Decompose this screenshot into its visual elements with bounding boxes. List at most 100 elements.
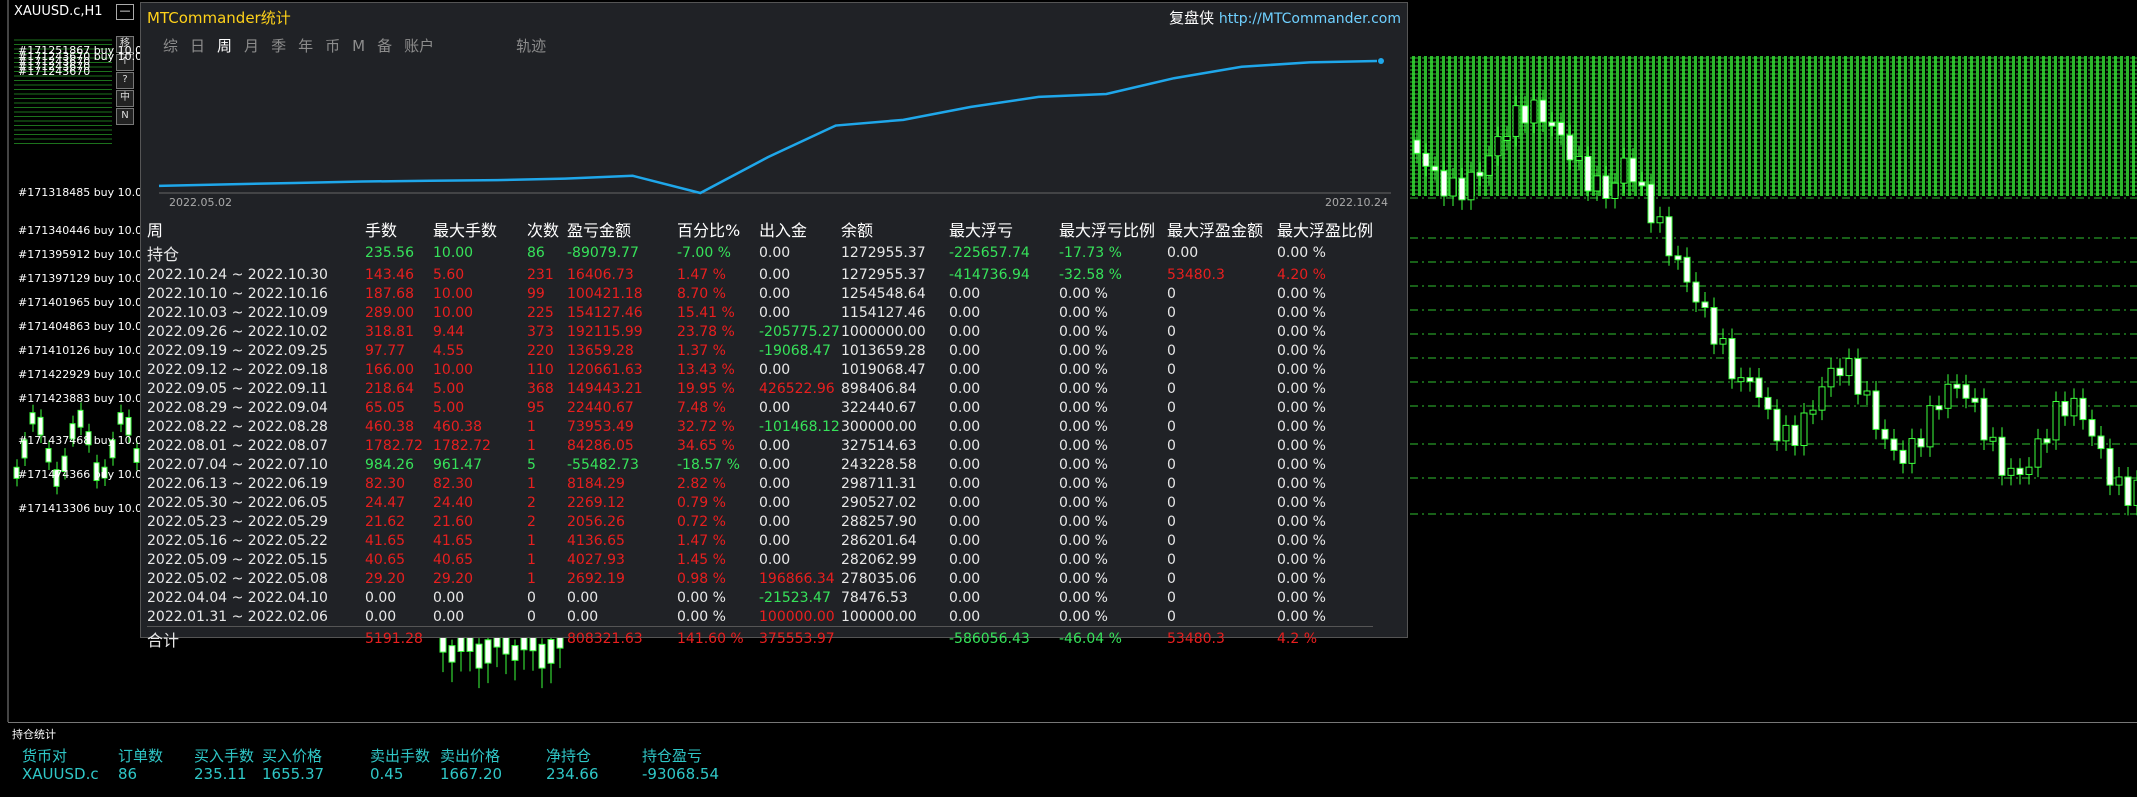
- brand-url[interactable]: http://MTCommander.com: [1219, 11, 1401, 27]
- table-cell: 0.00: [949, 323, 981, 340]
- order-label[interactable]: #171404863 buy 10.0: [18, 320, 142, 333]
- table-row[interactable]: 2022.09.12 ~ 2022.09.18 166.00 10.00 110 120…: [147, 360, 1373, 379]
- candle: [1791, 424, 1799, 447]
- order-marker: [1538, 56, 1541, 196]
- order-marker: [1616, 56, 1619, 196]
- order-marker: [2126, 56, 2129, 196]
- table-total-row[interactable]: 合计 5191.28 808321.63 141.60 % 375553.97 -5860…: [147, 626, 1374, 651]
- candle: [2025, 466, 2033, 475]
- order-label[interactable]: #171397129 buy 10.0: [18, 272, 142, 285]
- table-row[interactable]: 2022.05.09 ~ 2022.05.15 40.65 40.65 1 4027.9…: [147, 550, 1373, 569]
- column-header[interactable]: 盈亏金额: [567, 217, 677, 241]
- table-cell: 289.00: [365, 304, 414, 321]
- column-header[interactable]: 手数: [365, 217, 433, 241]
- table-row[interactable]: 2022.05.02 ~ 2022.05.08 29.20 29.20 1 2692.1…: [147, 569, 1373, 588]
- table-row[interactable]: 2022.06.13 ~ 2022.06.19 82.30 82.30 1 8184.2…: [147, 474, 1373, 493]
- order-label[interactable]: #171413306 buy 10.0: [18, 502, 142, 515]
- order-label[interactable]: #171340446 buy 10.0: [18, 224, 142, 237]
- order-label[interactable]: #171395912 buy 10.0: [18, 248, 142, 261]
- table-cell: 2.82 %: [677, 475, 726, 492]
- order-marker: [1544, 56, 1547, 196]
- candle: [1755, 377, 1763, 398]
- table-row[interactable]: 2022.09.26 ~ 2022.10.02 318.81 9.44 373 1921…: [147, 322, 1373, 341]
- order-label[interactable]: #171410126 buy 10.0: [18, 344, 142, 357]
- table-cell: 29.20: [433, 570, 474, 587]
- column-header[interactable]: 余额: [841, 217, 949, 241]
- table-row[interactable]: 2022.01.31 ~ 2022.02.06 0.00 0.00 0 0.00 0.00…: [147, 607, 1373, 627]
- table-cell: 8.70 %: [677, 285, 726, 302]
- table-cell: 5.00: [433, 399, 465, 416]
- candle: [1908, 438, 1916, 464]
- column-header[interactable]: 百分比%: [677, 217, 759, 241]
- table-cell: 0.00: [949, 532, 981, 549]
- table-cell: 0.79 %: [677, 494, 726, 511]
- order-marker: [1880, 56, 1883, 196]
- column-header[interactable]: 最大浮亏比例: [1059, 217, 1167, 241]
- table-row[interactable]: 2022.05.16 ~ 2022.05.22 41.65 41.65 1 4136.6…: [147, 531, 1373, 550]
- table-row[interactable]: 2022.10.10 ~ 2022.10.16 187.68 10.00 99 1004…: [147, 284, 1373, 303]
- position-value: 235.11: [194, 765, 247, 783]
- column-header[interactable]: 周: [147, 217, 365, 241]
- table-row[interactable]: 2022.04.04 ~ 2022.04.10 0.00 0.00 0 0.00 0.00…: [147, 588, 1373, 607]
- table-row[interactable]: 2022.09.19 ~ 2022.09.25 97.77 4.55 220 13659…: [147, 341, 1373, 360]
- column-header[interactable]: 最大浮亏: [949, 217, 1059, 241]
- table-cell: -32.58 %: [1059, 266, 1122, 283]
- order-label[interactable]: #171318485 buy 10.0: [18, 186, 142, 199]
- column-header[interactable]: 出入金: [759, 217, 841, 241]
- order-label[interactable]: #171437468 buy 10.0: [18, 434, 142, 447]
- table-cell: 0.00 %: [1059, 418, 1108, 435]
- table-cell: 0: [527, 589, 536, 606]
- table-row[interactable]: 2022.09.05 ~ 2022.09.11 218.64 5.00 368 1494…: [147, 379, 1373, 398]
- order-marker: [1712, 56, 1715, 196]
- table-row[interactable]: 2022.05.30 ~ 2022.06.05 24.47 24.40 2 2269.1…: [147, 493, 1373, 512]
- table-cell: 2022.05.09 ~ 2022.05.15: [147, 551, 328, 568]
- order-label[interactable]: #171401965 buy 10.0: [18, 296, 142, 309]
- order-label[interactable]: #171423883 buy 10.0: [18, 392, 142, 405]
- column-header[interactable]: 最大浮盈比例: [1277, 217, 1373, 241]
- order-marker: [2024, 56, 2027, 196]
- order-label[interactable]: #171243670: [18, 65, 90, 78]
- table-row[interactable]: 2022.08.22 ~ 2022.08.28 460.38 460.38 1 7395…: [147, 417, 1373, 436]
- column-header[interactable]: 最大手数: [433, 217, 527, 241]
- table-cell: 0.00 %: [1059, 551, 1108, 568]
- side-button-2[interactable]: ?: [116, 72, 134, 89]
- table-row[interactable]: 2022.08.01 ~ 2022.08.07 1782.72 1782.72 1 84…: [147, 436, 1373, 455]
- minimize-button[interactable]: —: [116, 4, 134, 20]
- position-header: 货币对: [22, 747, 68, 765]
- side-button-4[interactable]: N: [116, 108, 134, 125]
- table-cell: 2: [527, 494, 536, 511]
- table-row[interactable]: 2022.07.04 ~ 2022.07.10 984.26 961.47 5 -554…: [147, 455, 1373, 474]
- candle: [37, 416, 44, 436]
- table-cell: 0: [1167, 589, 1176, 606]
- column-header[interactable]: 次数: [527, 217, 567, 241]
- table-row[interactable]: 2022.08.29 ~ 2022.09.04 65.05 5.00 95 22440.…: [147, 398, 1373, 417]
- side-button-3[interactable]: 中: [116, 90, 134, 107]
- candle: [1665, 216, 1673, 257]
- table-cell: 0.00: [1167, 245, 1199, 261]
- table-row[interactable]: 2022.05.23 ~ 2022.05.29 21.62 21.60 2 2056.2…: [147, 512, 1373, 531]
- candle: [2043, 438, 2051, 444]
- table-cell: 460.38: [433, 418, 482, 435]
- candle: [1440, 170, 1448, 197]
- order-marker: [1658, 56, 1661, 196]
- table-cell: 0.00: [949, 304, 981, 321]
- candle: [2106, 448, 2114, 486]
- panel-brand[interactable]: 复盘侠 http://MTCommander.com: [1169, 7, 1401, 28]
- table-row[interactable]: 2022.10.24 ~ 2022.10.30 143.46 5.60 231 1640…: [147, 265, 1373, 284]
- table-cell: 0.00 %: [1277, 323, 1326, 340]
- table-row[interactable]: 2022.10.03 ~ 2022.10.09 289.00 10.00 225 154…: [147, 303, 1373, 322]
- table-cell: -101468.12: [759, 418, 840, 435]
- column-header[interactable]: 最大浮盈金额: [1167, 217, 1277, 241]
- table-cell: 2022.10.24 ~ 2022.10.30: [147, 266, 328, 283]
- position-stats-title: 持仓统计: [12, 728, 56, 741]
- order-marker: [1610, 56, 1613, 196]
- table-cell: 2022.09.26 ~ 2022.10.02: [147, 323, 328, 340]
- table-cell: 235.56: [365, 245, 414, 261]
- table-cell: 196866.34: [759, 570, 835, 587]
- order-label[interactable]: #171422929 buy 10.0: [18, 368, 142, 381]
- order-marker: [2072, 56, 2075, 196]
- order-label[interactable]: #171474366 buy 10.0: [18, 468, 142, 481]
- table-row[interactable]: 持仓 235.56 10.00 86 -89079.77 -7.00 % 0.00 12729…: [147, 241, 1373, 265]
- table-cell: 2269.12: [567, 494, 625, 511]
- table-cell: 0.00: [759, 266, 791, 283]
